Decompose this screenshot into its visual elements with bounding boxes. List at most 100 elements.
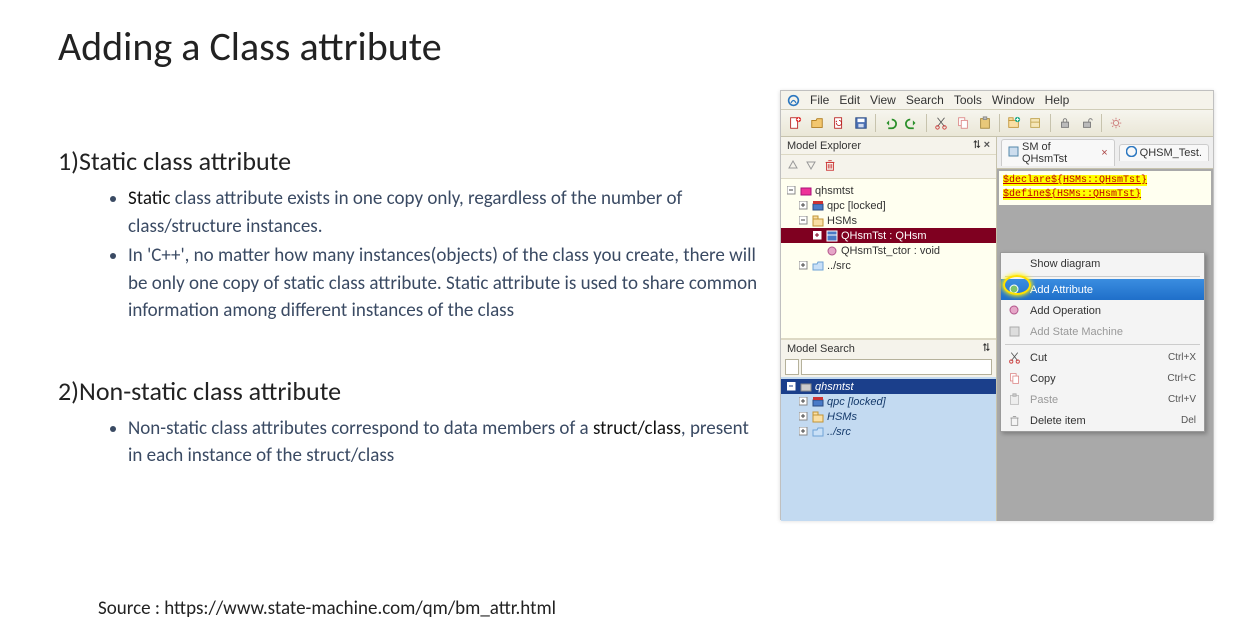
reload-icon[interactable]	[829, 113, 849, 133]
bullet-emph: struct/class	[593, 417, 681, 440]
tree-node-qpc[interactable]: qpc [locked]	[781, 198, 996, 213]
undo-icon[interactable]	[880, 113, 900, 133]
bullet-text: class attribute exists in one copy only,…	[128, 187, 682, 238]
tree-label: QHsmTst : QHsm	[841, 230, 927, 242]
toolbar-separator	[1101, 114, 1102, 132]
section1-bullets: Static class attribute exists in one cop…	[128, 185, 758, 325]
search-tree-qpc[interactable]: qpc [locked]	[781, 394, 996, 409]
bullet-emph: Static	[128, 187, 170, 210]
search-tree-hsms[interactable]: HSMs	[781, 409, 996, 424]
paste-icon[interactable]	[975, 113, 995, 133]
panel-controls: ⮁ ×	[972, 139, 990, 152]
blank-icon	[1007, 256, 1022, 271]
class-icon	[825, 229, 838, 242]
unlock-icon[interactable]	[1077, 113, 1097, 133]
ctx-add-state-machine[interactable]: Add State Machine	[1001, 321, 1204, 342]
section2-bullets: Non-static class attributes correspond t…	[128, 415, 758, 470]
tree-expand-icon[interactable]	[799, 412, 808, 421]
nav-up-icon[interactable]	[787, 159, 799, 174]
ctx-cut[interactable]: Cut Ctrl+X	[1001, 347, 1204, 368]
ctx-shortcut: Ctrl+V	[1168, 394, 1196, 405]
copy-icon[interactable]	[953, 113, 973, 133]
search-tree-root[interactable]: qhsmtst	[781, 379, 996, 394]
operation-icon	[825, 244, 838, 257]
nav-down-icon[interactable]	[805, 159, 817, 174]
menu-edit[interactable]: Edit	[839, 93, 860, 107]
section2-heading: 2)Non-static class attribute	[58, 375, 758, 407]
model-explorer-panel: Model Explorer ⮁ × qhsmtst	[781, 137, 997, 521]
search-tree: qhsmtst qpc [locked] HSMs ../src	[781, 377, 996, 521]
menu-view[interactable]: View	[870, 93, 896, 107]
pin-icon[interactable]: ⮁	[981, 342, 990, 355]
ctx-label: Add Operation	[1030, 305, 1196, 317]
tree-node-class-selected[interactable]: QHsmTst : QHsm	[781, 228, 996, 243]
search-input[interactable]	[801, 359, 992, 375]
tree-node-hsms[interactable]: HSMs	[781, 213, 996, 228]
package-icon	[811, 410, 824, 423]
ctx-show-diagram[interactable]: Show diagram	[1001, 253, 1204, 274]
ctx-shortcut: Ctrl+C	[1167, 373, 1196, 384]
close-icon[interactable]: ×	[984, 139, 990, 151]
ctx-add-attribute[interactable]: Add Attribute	[1001, 279, 1204, 300]
copy-icon	[1007, 371, 1022, 386]
tree-label: HSMs	[827, 411, 857, 423]
code-preview: $declare${HSMs::QHsmTst} $define${HSMs::…	[999, 171, 1211, 205]
bullet: In 'C++', no matter how many instances(o…	[128, 242, 758, 325]
bullet: Static class attribute exists in one cop…	[128, 185, 758, 240]
tree-collapse-icon[interactable]	[787, 186, 796, 195]
tree-node-ctor[interactable]: QHsmTst_ctor : void	[781, 243, 996, 258]
search-scope-dropdown[interactable]	[785, 359, 799, 375]
new-file-icon[interactable]	[785, 113, 805, 133]
tree-label: ../src	[827, 260, 851, 272]
tree-expand-icon[interactable]	[813, 231, 822, 240]
menu-window[interactable]: Window	[992, 93, 1035, 107]
redo-icon[interactable]	[902, 113, 922, 133]
tree-expand-icon[interactable]	[799, 427, 808, 436]
pin-icon[interactable]: ⮁	[972, 139, 981, 151]
ctx-copy[interactable]: Copy Ctrl+C	[1001, 368, 1204, 389]
context-menu: Show diagram Add Attribute Add Operation…	[1000, 252, 1205, 432]
code-line: $declare${HSMs::QHsmTst}	[1003, 175, 1147, 186]
tree-collapse-icon[interactable]	[787, 382, 796, 391]
model-icon	[799, 380, 812, 393]
tree-root[interactable]: qhsmtst	[781, 183, 996, 198]
tab-close-icon[interactable]: ×	[1101, 147, 1107, 159]
toolbar-separator	[926, 114, 927, 132]
ctx-label: Copy	[1030, 373, 1159, 385]
lock-icon[interactable]	[1055, 113, 1075, 133]
menu-help[interactable]: Help	[1045, 93, 1070, 107]
ctx-shortcut: Del	[1181, 415, 1196, 426]
model-search-title: Model Search	[787, 343, 855, 355]
save-icon[interactable]	[851, 113, 871, 133]
tree-node-src[interactable]: ../src	[781, 258, 996, 273]
trash-icon[interactable]	[823, 158, 837, 175]
open-icon[interactable]	[807, 113, 827, 133]
search-tree-src[interactable]: ../src	[781, 424, 996, 439]
add-class-icon[interactable]	[1026, 113, 1046, 133]
operation-icon	[1007, 303, 1022, 318]
tree-expand-icon[interactable]	[799, 397, 808, 406]
ctx-label: Delete item	[1030, 415, 1173, 427]
trash-icon	[1007, 413, 1022, 428]
toolbar-separator	[875, 114, 876, 132]
ctx-label: Paste	[1030, 394, 1160, 406]
tab-state-machine[interactable]: SM of QHsmTst ×	[1001, 139, 1115, 166]
ctx-add-operation[interactable]: Add Operation	[1001, 300, 1204, 321]
cut-icon[interactable]	[931, 113, 951, 133]
menu-file[interactable]: File	[810, 93, 829, 107]
tree-label: qhsmtst	[815, 185, 854, 197]
menu-search[interactable]: Search	[906, 93, 944, 107]
gear-icon[interactable]	[1106, 113, 1126, 133]
tree-label: qpc [locked]	[827, 396, 886, 408]
tree-collapse-icon[interactable]	[799, 216, 808, 225]
tree-expand-icon[interactable]	[799, 261, 808, 270]
ctx-delete[interactable]: Delete item Del	[1001, 410, 1204, 431]
folder-icon	[811, 259, 824, 272]
tab-file[interactable]: QHSM_Test.	[1119, 144, 1209, 161]
source-citation: Source : https://www.state-machine.com/q…	[98, 597, 556, 620]
menu-tools[interactable]: Tools	[954, 93, 982, 107]
add-package-icon[interactable]	[1004, 113, 1024, 133]
ctx-paste[interactable]: Paste Ctrl+V	[1001, 389, 1204, 410]
tree-expand-icon[interactable]	[799, 201, 808, 210]
tab-label: SM of QHsmTst	[1022, 141, 1098, 165]
